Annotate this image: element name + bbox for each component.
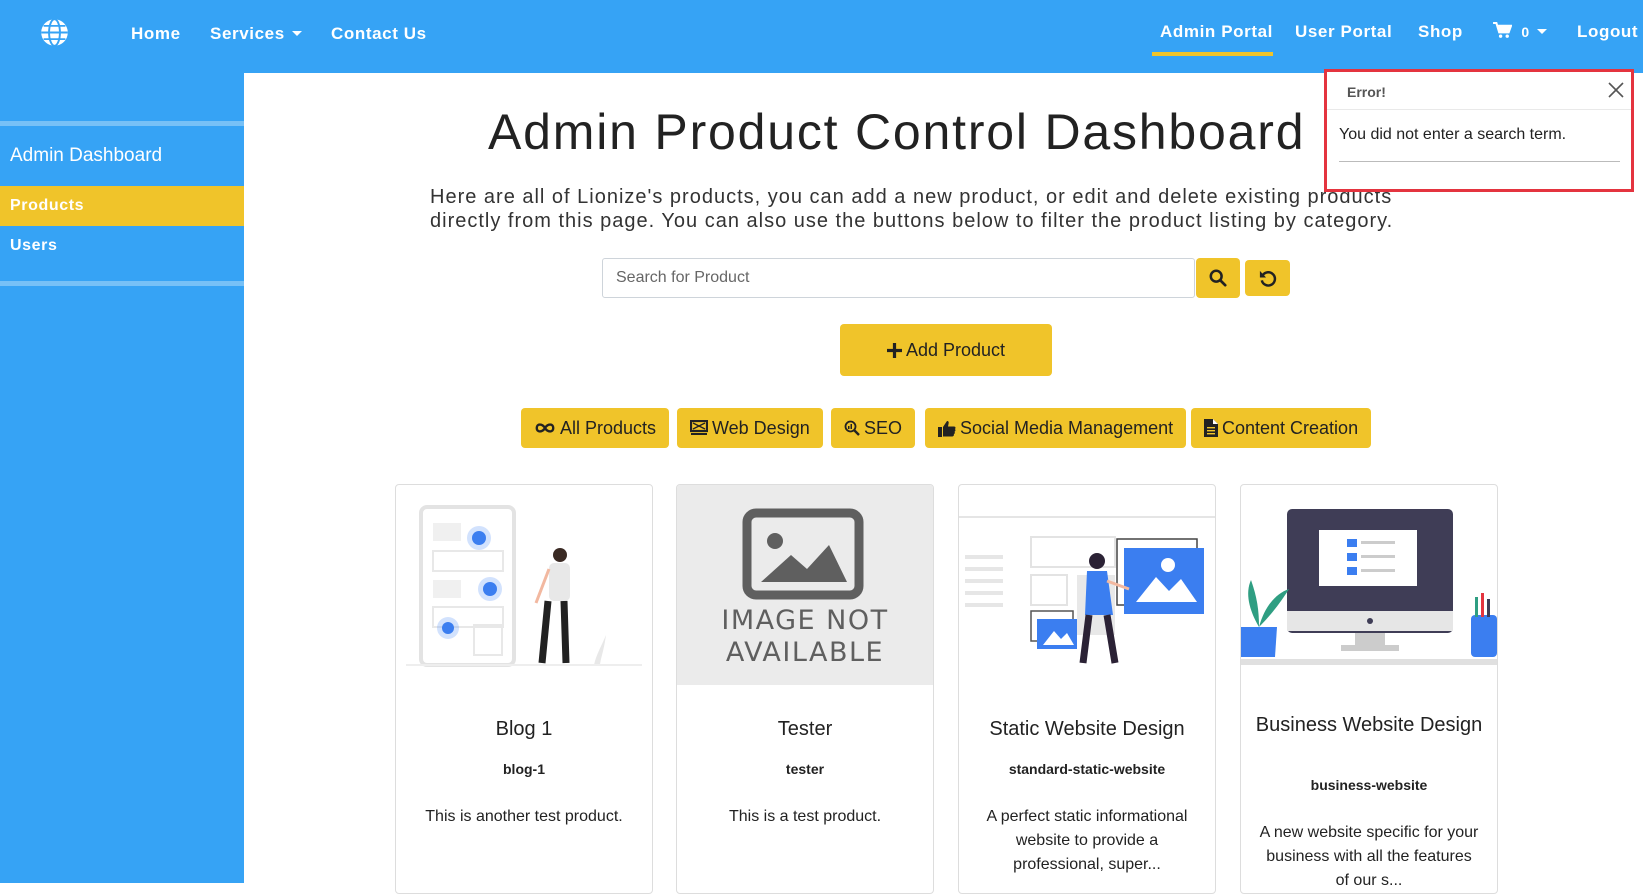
filter-label: Web Design <box>712 417 810 438</box>
nav-user-portal-link[interactable]: User Portal <box>1295 22 1392 42</box>
filter-all-products-button[interactable]: All Products <box>521 408 670 448</box>
toast-divider <box>1339 161 1620 162</box>
filter-label: SEO <box>864 417 903 438</box>
product-slug: blog-1 <box>503 761 545 777</box>
filter-content-creation-button[interactable]: Content Creation <box>1191 408 1372 448</box>
product-description: This is another test product. <box>425 808 623 825</box>
product-slug: standard-static-website <box>1008 761 1166 777</box>
page-title: Admin Product Control Dashboard <box>488 104 1306 160</box>
reset-search-button[interactable] <box>1245 260 1290 296</box>
image-placeholder: IMAGE NOT AVAILABLE <box>677 485 933 685</box>
product-slug: business-website <box>1310 777 1428 793</box>
product-search-input[interactable] <box>602 258 1195 298</box>
search-icon <box>1209 269 1227 287</box>
infinity-icon <box>535 423 555 433</box>
sidebar-divider <box>0 121 244 126</box>
close-icon[interactable] <box>1608 82 1624 98</box>
toast-header: Error! <box>1327 72 1631 110</box>
admin-sidebar: Admin Dashboard Products Users <box>0 73 244 883</box>
product-title: Tester <box>777 718 833 740</box>
add-product-button[interactable]: Add Product <box>840 324 1052 376</box>
nav-admin-portal-link[interactable]: Admin Portal <box>1160 22 1273 42</box>
chevron-down-icon <box>291 31 302 36</box>
filter-label: All Products <box>560 417 657 438</box>
filter-web-design-button[interactable]: Web Design <box>677 408 823 448</box>
magnify-chart-icon <box>844 420 860 436</box>
thumbs-up-icon <box>938 420 956 437</box>
filter-label: Content Creation <box>1222 417 1359 438</box>
product-description: A new website specific for your business… <box>1259 824 1479 889</box>
product-slug: tester <box>785 761 825 777</box>
nav-services-label: Services <box>210 24 285 43</box>
image-placeholder-text: IMAGE NOT <box>721 605 888 636</box>
product-description: This is a test product. <box>728 808 882 825</box>
product-card[interactable]: Static Website Design standard-static-we… <box>958 484 1216 894</box>
sidebar-title: Admin Dashboard <box>10 145 163 166</box>
product-title: Blog 1 <box>495 718 553 740</box>
sidebar-item-users[interactable]: Users <box>0 226 244 266</box>
filter-label: Social Media Management <box>960 417 1174 438</box>
chevron-down-icon <box>1536 29 1547 34</box>
filter-social-media-button[interactable]: Social Media Management <box>925 408 1187 448</box>
error-toast: Error! You did not enter a search term. <box>1324 69 1634 192</box>
undo-icon <box>1259 270 1277 287</box>
business-website-illustration <box>1241 509 1497 665</box>
toast-message: You did not enter a search term. <box>1339 126 1567 143</box>
plus-icon <box>886 342 902 358</box>
static-website-illustration <box>959 516 1215 664</box>
add-product-label: Add Product <box>905 339 1006 360</box>
toast-title: Error! <box>1347 84 1386 100</box>
product-card[interactable]: IMAGE NOT AVAILABLE Tester tester This i… <box>676 484 934 894</box>
product-title: Static Website Design <box>989 718 1185 740</box>
document-icon <box>1204 419 1218 437</box>
nav-services-dropdown[interactable]: Services <box>210 24 302 44</box>
product-title: Business Website Design <box>1255 714 1483 736</box>
sidebar-item-products[interactable]: Products <box>0 186 244 226</box>
search-button[interactable] <box>1196 258 1240 298</box>
cart-icon <box>1493 21 1513 38</box>
nav-home-link[interactable]: Home <box>131 24 181 44</box>
image-placeholder-text: AVAILABLE <box>726 637 884 668</box>
nav-cart-dropdown[interactable]: 0 <box>1493 21 1547 42</box>
filter-seo-button[interactable]: SEO <box>831 408 916 448</box>
sidebar-divider <box>0 281 244 286</box>
blog-illustration <box>406 505 642 667</box>
active-nav-indicator <box>1152 52 1273 56</box>
desktop-icon <box>690 420 708 435</box>
nav-contact-link[interactable]: Contact Us <box>331 24 427 44</box>
cart-count: 0 <box>1521 24 1530 40</box>
page-intro-text: Here are all of Lionize's products, you … <box>430 186 1394 232</box>
product-card[interactable]: Business Website Design business-website… <box>1240 484 1498 894</box>
globe-icon[interactable] <box>40 18 69 47</box>
nav-logout-link[interactable]: Logout <box>1577 22 1638 42</box>
nav-shop-link[interactable]: Shop <box>1418 22 1463 42</box>
product-description: A perfect static informational website t… <box>986 808 1188 873</box>
product-card[interactable]: Blog 1 blog-1 This is another test produ… <box>395 484 653 894</box>
top-navbar: Home Services Contact Us Admin Portal Us… <box>0 0 1643 73</box>
